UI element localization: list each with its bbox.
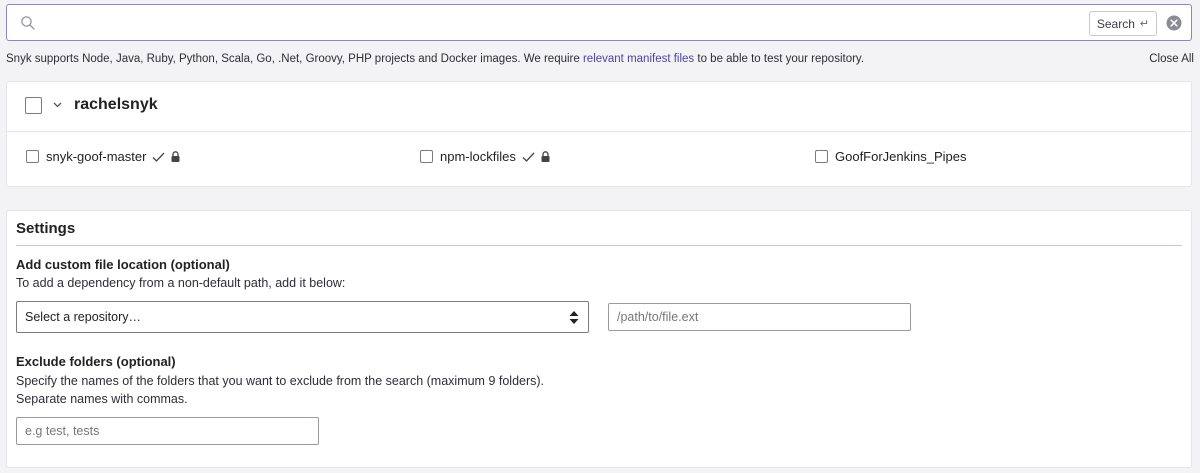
enter-icon: ↵ <box>1139 18 1150 30</box>
repo-name: GoofForJenkins_Pipes <box>835 149 967 164</box>
search-input[interactable] <box>47 11 1051 37</box>
divider <box>7 131 1191 132</box>
checkmark-icon <box>522 152 535 162</box>
search-bar: Search ↵ <box>6 4 1192 41</box>
organization-panel: rachelsnyk snyk-goof-master npm-lockfile… <box>6 81 1192 187</box>
chevron-down-icon[interactable] <box>53 102 62 108</box>
exclude-folders-label: Exclude folders (optional) <box>16 354 176 369</box>
search-button[interactable]: Search ↵ <box>1089 11 1157 36</box>
note-text-after: to be able to test your repository. <box>694 53 865 65</box>
repo-checkbox[interactable] <box>26 150 39 163</box>
exclude-folders-help-2: Separate names with commas. <box>16 392 188 406</box>
close-all-link[interactable]: Close All <box>1149 53 1194 65</box>
repo-checkbox[interactable] <box>815 150 828 163</box>
lock-icon <box>541 151 550 162</box>
search-button-label: Search <box>1096 16 1135 31</box>
repo-item[interactable]: npm-lockfiles <box>420 149 550 164</box>
manifest-files-link[interactable]: relevant manifest files <box>583 53 694 65</box>
select-all-checkbox[interactable] <box>25 96 42 114</box>
settings-title: Settings <box>16 220 76 237</box>
custom-location-label: Add custom file location (optional) <box>16 257 230 272</box>
organization-name: rachelsnyk <box>74 96 158 113</box>
exclude-folders-help: Specify the names of the folders that yo… <box>16 374 545 388</box>
exclude-folders-input[interactable] <box>16 417 319 445</box>
supported-languages-note: Snyk supports Node, Java, Ruby, Python, … <box>6 53 864 65</box>
organization-header: rachelsnyk <box>25 96 158 114</box>
repo-item[interactable]: GoofForJenkins_Pipes <box>815 149 967 164</box>
repo-item[interactable]: snyk-goof-master <box>26 149 180 164</box>
repo-checkbox[interactable] <box>420 150 433 163</box>
checkmark-icon <box>152 152 165 162</box>
clear-icon[interactable] <box>1166 15 1182 31</box>
lock-icon <box>171 151 180 162</box>
file-path-input[interactable] <box>608 303 911 331</box>
repo-name: snyk-goof-master <box>46 149 147 164</box>
repository-select[interactable]: Select a repository… <box>16 301 589 333</box>
select-arrows-icon <box>569 311 579 324</box>
note-text-before: Snyk supports Node, Java, Ruby, Python, … <box>6 53 583 65</box>
settings-panel: Settings Add custom file location (optio… <box>6 210 1192 468</box>
repo-name: npm-lockfiles <box>440 149 516 164</box>
repository-select-value: Select a repository… <box>25 310 142 324</box>
custom-location-help: To add a dependency from a non-default p… <box>16 276 346 290</box>
divider <box>16 245 1182 246</box>
search-icon <box>21 16 35 30</box>
